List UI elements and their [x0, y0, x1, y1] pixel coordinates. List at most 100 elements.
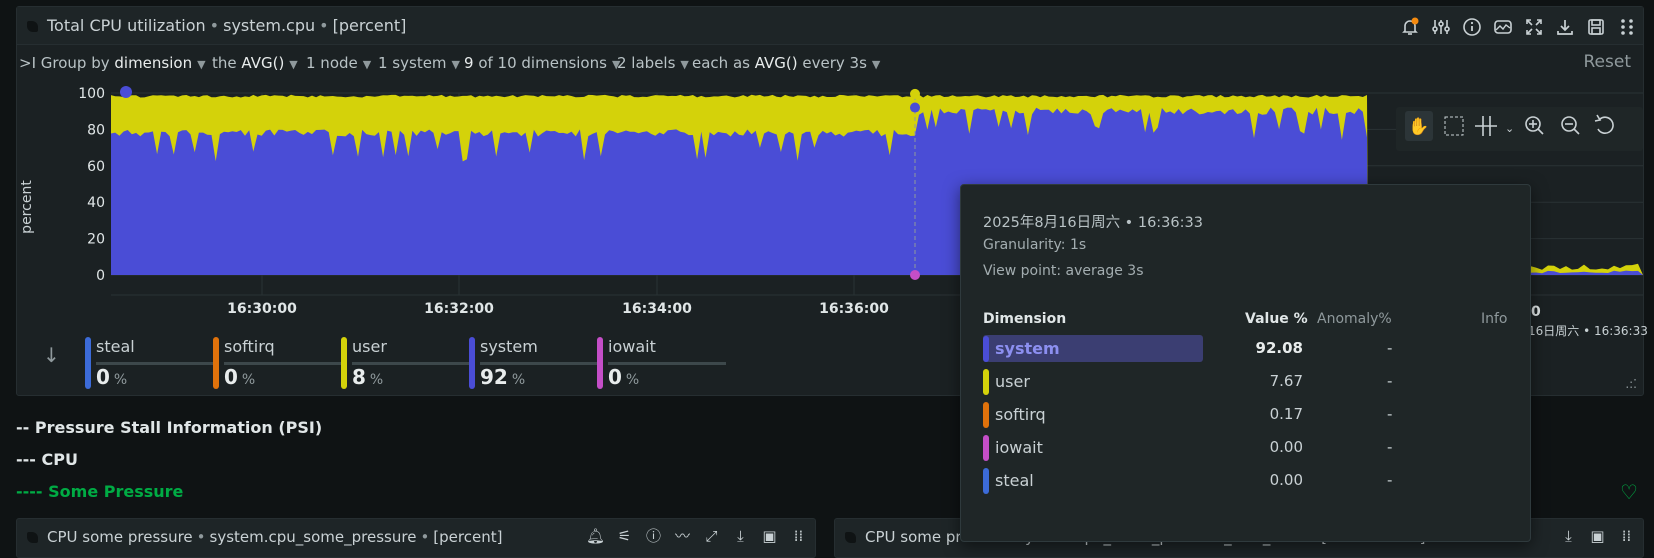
dimension-color-bar	[983, 336, 989, 362]
dimension-anomaly: -	[1387, 471, 1393, 489]
dimension-color-bar	[983, 435, 989, 461]
chart-units: [percent]	[332, 16, 407, 35]
tooltip-header-info: Info	[1481, 311, 1508, 327]
legend-value: 0%	[608, 365, 640, 389]
x-tick-label: 16:32:00	[424, 301, 494, 317]
aggregation-dropdown[interactable]: the AVG() ▼	[212, 54, 298, 72]
nodes-dropdown[interactable]: 1 node ▼	[306, 54, 371, 72]
section-heading-psi: -- Pressure Stall Information (PSI)	[16, 418, 323, 437]
drag-handle-icon[interactable]: ⁞⁞	[1616, 525, 1637, 546]
legend-item-iowait[interactable]: iowait 0%	[597, 337, 727, 389]
chart-type-switch-icon[interactable]	[1492, 16, 1513, 37]
chart-toolbar-icons	[1399, 16, 1637, 37]
cpu-some-pressure-panel: CPU some pressure • system.cpu_some_pressu…	[16, 518, 816, 558]
zoom-toolbar: ✋ ⌄	[1396, 107, 1643, 151]
dimension-name: iowait	[995, 438, 1043, 457]
dimension-color-bar	[983, 468, 989, 494]
y-tick-label: 40	[87, 195, 105, 211]
chart-type-switch-icon[interactable]: 〰	[672, 525, 693, 546]
x-tick-label: 16:34:00	[622, 301, 692, 317]
y-axis-label: percent	[19, 180, 35, 234]
legend-value: 8%	[352, 365, 384, 389]
labels-dropdown[interactable]: 2 labels ▼	[617, 54, 689, 72]
x-axis-date-partial: 16日周六 • 16:36:33	[1528, 324, 1648, 338]
y-tick-label: 100	[78, 86, 105, 102]
legend-color-bar	[597, 337, 603, 389]
instances-dropdown[interactable]: 1 system ▼	[378, 54, 460, 72]
tooltip-datetime: 2025年8月16日周六 • 16:36:33	[983, 215, 1203, 231]
panel-toolbar-icons: ⤓ ▣ ⁞⁞	[1558, 525, 1637, 546]
legend-item-system[interactable]: system 92%	[469, 337, 599, 389]
filters-icon[interactable]: ⚟	[614, 525, 635, 546]
info-icon[interactable]: ⓘ	[643, 525, 664, 546]
group-by-toolbar: >I Group by dimension ▼ the AVG() ▼ 1 node…	[17, 47, 1643, 77]
dimension-name: user	[995, 372, 1030, 391]
arrow-down-icon[interactable]: ↓	[43, 343, 60, 367]
legend-item-steal[interactable]: steal 0%	[85, 337, 215, 389]
dimension-value: 0.00	[1269, 438, 1303, 456]
x-axis-tick-partial: 0	[1531, 304, 1541, 320]
y-tick-label: 80	[87, 122, 105, 138]
anomaly-marker-icon	[120, 86, 132, 98]
legend-label: softirq	[224, 337, 275, 356]
alert-bell-icon[interactable]	[1399, 16, 1420, 37]
dimension-anomaly: -	[1387, 339, 1393, 357]
time-aggregation-dropdown[interactable]: each as AVG() every 3s ▼	[692, 54, 880, 72]
panel-title: CPU some pressure • system.cpu_some_pressu…	[27, 528, 502, 546]
save-icon[interactable]: ▣	[759, 525, 780, 546]
chart-context: system.cpu	[223, 16, 316, 35]
reset-button[interactable]: Reset	[1584, 52, 1632, 72]
tooltip-row-softirq[interactable]: softirq 0.17 -	[983, 401, 1523, 429]
panel-title: Total CPU utilization • system.cpu • [percen…	[27, 16, 406, 35]
hover-point-iowait	[910, 270, 920, 280]
chart-title: Total CPU utilization	[47, 16, 206, 35]
drag-handle-icon[interactable]	[1616, 16, 1637, 37]
dimensions-dropdown[interactable]: 9 of 10 dimensions ▼	[464, 54, 620, 72]
hand-icon: ✋	[1408, 116, 1429, 137]
download-icon[interactable]: ⤓	[1558, 525, 1579, 546]
legend-label: iowait	[608, 337, 656, 356]
chart-type-icon	[27, 532, 38, 543]
fullscreen-icon[interactable]	[1523, 16, 1544, 37]
info-icon[interactable]	[1461, 16, 1482, 37]
chevron-down-icon[interactable]: ⌄	[1505, 122, 1514, 135]
legend-color-bar	[213, 337, 219, 389]
legend-label: user	[352, 337, 387, 356]
dimension-anomaly: -	[1387, 438, 1393, 456]
hover-tooltip: 2025年8月16日周六 • 16:36:33 Granularity: 1s …	[960, 184, 1531, 542]
drag-handle-icon[interactable]: ⁞⁞	[788, 525, 809, 546]
heart-icon[interactable]: ♡	[1620, 480, 1638, 504]
dimension-color-bar	[983, 369, 989, 395]
section-heading-some-pressure: ---- Some Pressure	[16, 482, 184, 501]
y-tick-label: 0	[96, 268, 105, 284]
download-icon[interactable]	[1554, 16, 1575, 37]
fullscreen-icon[interactable]: ⤢	[701, 525, 722, 546]
group-by-dropdown[interactable]: >I Group by dimension ▼	[19, 54, 206, 72]
dimension-name: system	[995, 339, 1060, 358]
tooltip-row-iowait[interactable]: iowait 0.00 -	[983, 434, 1523, 462]
dimension-value: 92.08	[1255, 339, 1303, 357]
save-icon[interactable]	[1585, 16, 1606, 37]
legend-value: 0%	[96, 365, 128, 389]
download-icon[interactable]: ⤓	[730, 525, 751, 546]
alert-bell-icon[interactable]: 🔔︎	[585, 525, 606, 546]
resize-handle-icon[interactable]: .:⁚	[1625, 377, 1637, 391]
legend-item-user[interactable]: user 8%	[341, 337, 471, 389]
filters-icon[interactable]	[1430, 16, 1451, 37]
dimension-value: 0.17	[1269, 405, 1303, 423]
dimension-value: 7.67	[1269, 372, 1303, 390]
tooltip-header-value: Value %	[1245, 311, 1308, 327]
dimension-color-bar	[983, 402, 989, 428]
legend-label: system	[480, 337, 538, 356]
save-icon[interactable]: ▣	[1587, 525, 1608, 546]
tooltip-row-steal[interactable]: steal 0.00 -	[983, 467, 1523, 495]
dimension-name: steal	[995, 471, 1034, 490]
tooltip-row-system[interactable]: system 92.08 -	[983, 335, 1523, 363]
tooltip-granularity: Granularity: 1s	[983, 237, 1087, 253]
tooltip-row-user[interactable]: user 7.67 -	[983, 368, 1523, 396]
legend-label: steal	[96, 337, 135, 356]
y-tick-label: 60	[87, 159, 105, 175]
legend-color-bar	[341, 337, 347, 389]
legend-color-bar	[469, 337, 475, 389]
legend-item-softirq[interactable]: softirq 0%	[213, 337, 343, 389]
